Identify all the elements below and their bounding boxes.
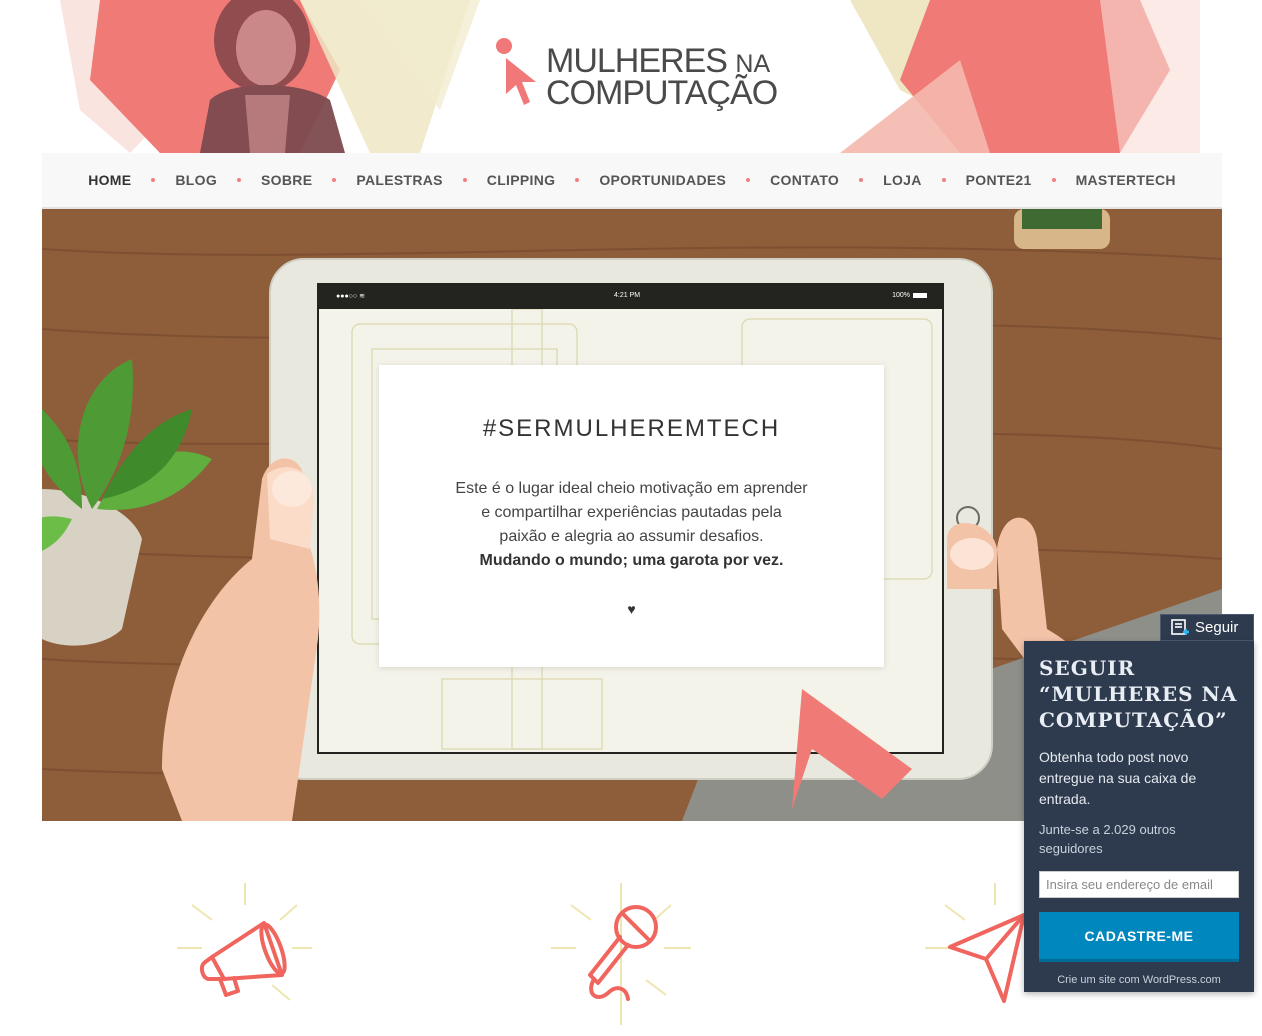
nav-dot-icon — [462, 178, 467, 182]
nav-item: CONTATO — [770, 172, 839, 188]
nav-dot-icon — [1051, 178, 1056, 182]
nav-dot-icon — [746, 178, 751, 182]
follow-description: Obtenha todo post novo entregue na sua c… — [1039, 749, 1197, 807]
nav-separator — [839, 178, 883, 182]
logo-line1: MULHERES NA — [546, 42, 771, 80]
nav-dot-icon — [237, 178, 242, 182]
follow-tab-label: Seguir — [1195, 619, 1239, 636]
hero-tagline: Mudando o mundo; uma garota por vez. — [479, 552, 784, 569]
nav-separator — [555, 178, 599, 182]
cursor-logo-icon — [496, 38, 536, 105]
nav-dot-icon — [575, 178, 580, 182]
nav-dot-icon — [332, 178, 337, 182]
battery-indicator: 100% — [892, 292, 927, 299]
email-input[interactable] — [1039, 871, 1239, 898]
nav-item: CLIPPING — [487, 172, 556, 188]
tablet-status-bar: ●●●○○ ≋ 4:21 PM 100% — [318, 284, 943, 309]
nav-dot-icon — [151, 178, 156, 182]
nav-separator — [217, 178, 261, 182]
nav-link-home[interactable]: HOME — [88, 172, 131, 188]
microphone-icon[interactable] — [546, 875, 696, 1031]
megaphone-icon[interactable] — [172, 875, 322, 1031]
hero-description: Este é o lugar ideal cheio motivação em … — [379, 477, 884, 573]
nav-link-blog[interactable]: BLOG — [175, 172, 217, 188]
nav-link-contato[interactable]: CONTATO — [770, 172, 839, 188]
main-navigation: HOME BLOG SOBRE PALESTRAS CLIPPING OPORTUNIDA… — [42, 153, 1222, 209]
nav-item: SOBRE — [261, 172, 312, 188]
hero-line1: Este é o lugar ideal cheio motivação em … — [455, 480, 808, 497]
nav-link-mastertech[interactable]: MASTERTECH — [1076, 172, 1176, 188]
nav-link-ponte21[interactable]: PONTE21 — [966, 172, 1032, 188]
hero-card: #SERMULHEREMTECH Este é o lugar ideal ch… — [379, 365, 884, 667]
hero-line2: e compartilhar experiências pautadas pel… — [481, 504, 782, 521]
nav-separator — [312, 178, 356, 182]
reader-follow-icon — [1171, 618, 1189, 635]
nav-item: HOME — [88, 172, 131, 188]
nav-separator — [443, 178, 487, 182]
site-header: MULHERES NA COMPUTAÇÃO — [0, 0, 1262, 153]
nav-item: BLOG — [175, 172, 217, 188]
heart-icon: ♥ — [627, 601, 636, 617]
follow-join-text: Junte-se a 2.029 outros seguidores — [1039, 822, 1176, 856]
nav-item: MASTERTECH — [1076, 172, 1176, 188]
follow-tab-button[interactable]: Seguir — [1160, 614, 1254, 641]
nav-item: LOJA — [883, 172, 922, 188]
signal-icon: ●●●○○ ≋ — [336, 293, 365, 300]
nav-separator — [922, 178, 966, 182]
nav-separator — [726, 178, 770, 182]
nav-separator — [1032, 178, 1076, 182]
nav-link-loja[interactable]: LOJA — [883, 172, 922, 188]
nav-item: PONTE21 — [966, 172, 1032, 188]
nav-dot-icon — [941, 178, 946, 182]
site-logo[interactable]: MULHERES NA COMPUTAÇÃO — [490, 36, 790, 112]
status-time: 4:21 PM — [614, 292, 641, 299]
nav-link-sobre[interactable]: SOBRE — [261, 172, 312, 188]
wordpress-credit-link[interactable]: Crie um site com WordPress.com — [1039, 974, 1239, 986]
nav-link-clipping[interactable]: CLIPPING — [487, 172, 556, 188]
follow-title: SEGUIR “MULHERES NA COMPUTAÇÃO” — [1039, 656, 1238, 732]
nav-item: OPORTUNIDADES — [599, 172, 726, 188]
hero-line3: paixão e alegria ao assumir desafios. — [499, 528, 764, 545]
battery-icon — [913, 292, 927, 298]
logo-line2: COMPUTAÇÃO — [546, 74, 778, 112]
nav-list: HOME BLOG SOBRE PALESTRAS CLIPPING OPORTUNIDA… — [42, 153, 1222, 207]
nav-link-palestras[interactable]: PALESTRAS — [356, 172, 442, 188]
nav-separator — [131, 178, 175, 182]
subscribe-button[interactable]: CADASTRE-ME — [1039, 912, 1239, 962]
nav-dot-icon — [859, 178, 864, 182]
follow-panel: SEGUIR “MULHERES NA COMPUTAÇÃO” Obtenha … — [1024, 641, 1254, 992]
nav-link-oportunidades[interactable]: OPORTUNIDADES — [599, 172, 726, 188]
hero-title: #SERMULHEREMTECH — [482, 415, 781, 442]
nav-item: PALESTRAS — [356, 172, 442, 188]
